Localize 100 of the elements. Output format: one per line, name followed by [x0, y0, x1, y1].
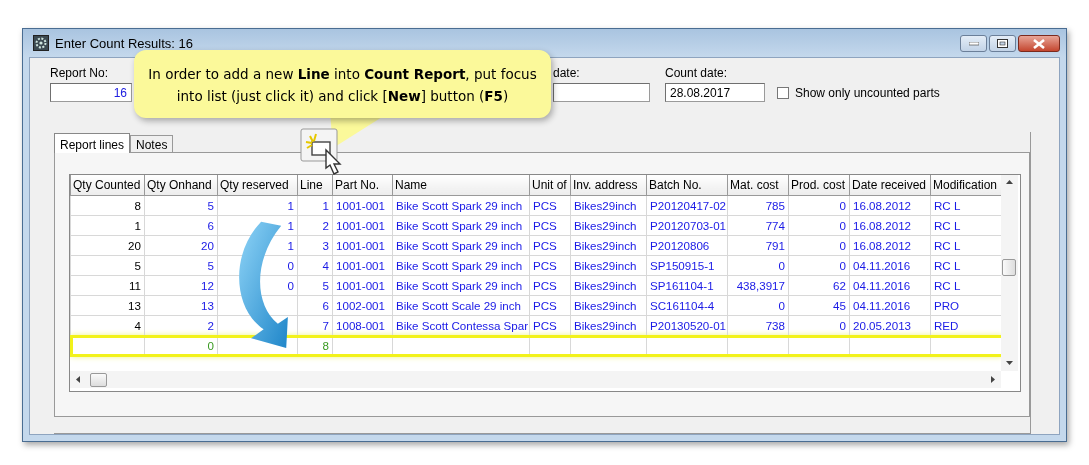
close-icon	[1033, 38, 1045, 49]
table-cell: P20120703-01	[650, 219, 727, 232]
table-cell: 7	[322, 319, 329, 332]
scroll-up-icon[interactable]	[1006, 179, 1013, 186]
vertical-scrollbar[interactable]	[1001, 175, 1018, 371]
table-cell: 12	[201, 279, 214, 292]
column-header[interactable]: Qty reserved	[217, 175, 298, 196]
column-header[interactable]: Date received	[849, 175, 931, 196]
app-icon	[33, 35, 49, 51]
table-cell: PCS	[533, 259, 557, 272]
table-cell: SC161104-4	[650, 299, 715, 312]
table-cell: Bike Scott Spark 29 inch	[396, 259, 523, 272]
table-cell: 1001-001	[336, 199, 385, 212]
column-header[interactable]: Batch No.	[646, 175, 728, 196]
table-cell: RC L	[934, 199, 961, 212]
tab[interactable]: Notes	[130, 135, 174, 152]
report-number-field[interactable]: 16	[50, 83, 132, 102]
horizontal-scrollbar[interactable]	[70, 371, 1001, 388]
table-cell: PCS	[533, 279, 557, 292]
highlighted-row[interactable]: 0 8	[70, 335, 1001, 356]
table-cell: RED	[934, 319, 959, 332]
table-cell: SP161104-1	[650, 279, 714, 292]
scroll-right-icon[interactable]	[989, 376, 996, 383]
table-cell: 0	[207, 339, 214, 352]
table-cell: 738	[765, 319, 785, 332]
table-cell: Bike Scott Spark 29 inch	[396, 239, 523, 252]
table-cell: Bikes29inch	[574, 239, 637, 252]
table-cell: SP150915-1	[650, 259, 715, 272]
count-date-field[interactable]: 28.08.2017	[665, 83, 765, 102]
column-header[interactable]: Qty Counted	[70, 175, 145, 196]
scroll-left-icon[interactable]	[75, 376, 82, 383]
table-cell: 1001-001	[336, 239, 385, 252]
column-header[interactable]: Modification	[930, 175, 1001, 196]
table-cell: Bike Scott Scale 29 inch	[396, 299, 522, 312]
table-cell: RC L	[934, 259, 961, 272]
table-cell: 5	[207, 259, 214, 272]
table-cell: 5	[134, 259, 141, 272]
table-cell: 5	[322, 279, 329, 292]
column-header[interactable]: Part No.	[332, 175, 393, 196]
column-header[interactable]: Line	[297, 175, 333, 196]
table-cell: Bike Scott Contessa Spar	[396, 319, 529, 332]
column-header[interactable]: Prod. cost	[788, 175, 850, 196]
table-cell: 11	[128, 279, 141, 292]
scroll-down-icon[interactable]	[1006, 359, 1013, 366]
table-cell: Bike Scott Spark 29 inch	[396, 219, 523, 232]
table-cell: 4	[134, 319, 141, 332]
table-cell: 791	[765, 239, 785, 252]
table-cell: 0	[839, 319, 846, 332]
table-cell: RC L	[934, 239, 961, 252]
table-cell: RC L	[934, 219, 961, 232]
table-cell: 16.08.2012	[853, 199, 912, 212]
maximize-icon	[997, 39, 1008, 48]
table-cell: 8	[322, 339, 329, 352]
table-cell: PCS	[533, 199, 557, 212]
table-cell: Bikes29inch	[574, 199, 637, 212]
table-cell: 0	[839, 239, 846, 252]
table-cell: 04.11.2016	[853, 279, 911, 292]
table-cell: 1001-001	[336, 259, 385, 272]
table-cell: 1001-001	[336, 279, 385, 292]
table-cell: 0	[287, 259, 294, 272]
close-button[interactable]	[1018, 35, 1060, 52]
table-cell: P20120417-02	[650, 199, 727, 212]
table-cell: 1	[287, 239, 294, 252]
table-cell: Bikes29inch	[574, 319, 637, 332]
column-header[interactable]: Qty Onhand	[144, 175, 218, 196]
table-cell: 20	[201, 239, 214, 252]
table-cell: 2	[207, 319, 214, 332]
table-cell: RC L	[934, 279, 961, 292]
table-cell: 13	[201, 299, 214, 312]
table-cell: Bikes29inch	[574, 279, 637, 292]
table-cell: 8	[134, 199, 141, 212]
table-cell: 0	[778, 299, 785, 312]
column-header[interactable]: Name	[392, 175, 530, 196]
table-cell: 0	[839, 219, 846, 232]
minimize-icon	[968, 41, 979, 46]
scroll-thumb[interactable]	[1002, 259, 1016, 276]
column-header[interactable]: Unit of	[529, 175, 571, 196]
table-cell: 16.08.2012	[853, 239, 912, 252]
table-cell: 4	[322, 259, 329, 272]
table-cell: 1	[134, 219, 141, 232]
checkbox[interactable]	[777, 87, 789, 99]
table-cell: 6	[322, 299, 329, 312]
table-cell: 1001-001	[336, 219, 385, 232]
column-header[interactable]: Inv. address	[570, 175, 647, 196]
table-cell: 0	[778, 259, 785, 272]
maximize-button[interactable]	[989, 35, 1016, 52]
date-field[interactable]	[553, 83, 650, 102]
table-cell: 438,3917	[736, 279, 785, 292]
table-cell: 0	[839, 259, 846, 272]
checkbox-label: Show only uncounted parts	[795, 86, 940, 100]
table-cell: 62	[833, 279, 846, 292]
scroll-thumb[interactable]	[90, 372, 107, 387]
table-cell: 774	[765, 219, 785, 232]
tab[interactable]: Report lines	[54, 133, 131, 153]
table-cell: PRO	[934, 299, 960, 312]
table-cell: 1008-001	[336, 319, 385, 332]
table-row[interactable]: 8 5 1 1 1001-001 Bike Scott Spark 29 inch PCS Bikes29inch P20120417-02 785 0 16.08.2012 RC L	[70, 195, 1001, 216]
table-cell: 13	[128, 299, 141, 312]
table-cell: Bikes29inch	[574, 299, 637, 312]
column-header[interactable]: Mat. cost	[727, 175, 789, 196]
